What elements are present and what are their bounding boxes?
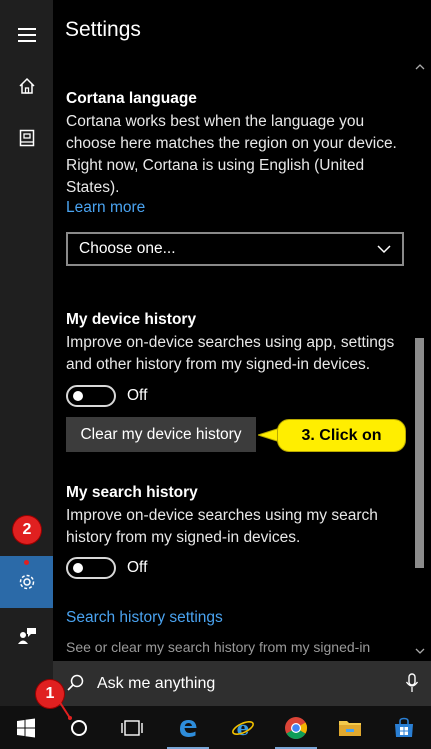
search-icon bbox=[67, 674, 84, 691]
store-icon bbox=[395, 717, 413, 737]
cortana-circle-icon bbox=[71, 719, 87, 736]
svg-text:e: e bbox=[237, 716, 250, 740]
cortana-language-heading: Cortana language bbox=[66, 90, 197, 107]
microphone-icon[interactable] bbox=[405, 673, 419, 693]
scroll-down-button[interactable] bbox=[412, 642, 428, 660]
callout-annotation: 3. Click on bbox=[277, 419, 406, 452]
search-input[interactable]: Ask me anything bbox=[97, 675, 215, 693]
scrollbar[interactable] bbox=[412, 58, 428, 660]
chevron-down-icon bbox=[415, 648, 425, 654]
badge-pointer-dot bbox=[24, 560, 29, 565]
step-badge-2: 2 bbox=[13, 516, 41, 544]
feedback-button[interactable] bbox=[0, 610, 53, 662]
search-history-toggle-label: Off bbox=[127, 559, 148, 576]
edge-icon bbox=[180, 719, 197, 737]
windows-logo-icon bbox=[17, 718, 35, 737]
page-title: Settings bbox=[65, 18, 141, 41]
search-history-heading: My search history bbox=[66, 484, 198, 501]
search-history-footer-text: See or clear my search history from my s… bbox=[66, 639, 371, 655]
home-icon bbox=[18, 77, 35, 94]
file-explorer-icon bbox=[339, 720, 361, 736]
home-button[interactable] bbox=[0, 60, 53, 112]
task-view-button[interactable] bbox=[107, 706, 157, 749]
scroll-up-button[interactable] bbox=[412, 58, 428, 76]
device-history-heading: My device history bbox=[66, 311, 197, 328]
gear-icon bbox=[19, 574, 34, 590]
internet-explorer-icon: e bbox=[232, 716, 254, 740]
language-dropdown-value: Choose one... bbox=[79, 240, 176, 257]
taskbar-file-explorer[interactable] bbox=[325, 706, 375, 749]
toggle-knob bbox=[73, 391, 83, 401]
task-view-icon bbox=[121, 719, 143, 736]
feedback-icon bbox=[17, 628, 36, 644]
chevron-down-icon bbox=[377, 245, 391, 254]
cortana-language-description: Cortana works best when the language you… bbox=[66, 113, 397, 196]
hamburger-menu-button[interactable] bbox=[0, 9, 53, 61]
chrome-icon bbox=[285, 716, 307, 739]
device-history-toggle[interactable] bbox=[66, 385, 116, 407]
settings-panel: Settings Cortana language Cortana works … bbox=[53, 0, 431, 661]
search-history-description: Improve on-device searches using my sear… bbox=[66, 507, 378, 546]
start-button[interactable] bbox=[1, 706, 51, 749]
cortana-search-bar[interactable]: Ask me anything bbox=[53, 661, 431, 706]
taskbar-chrome[interactable] bbox=[271, 706, 321, 749]
notebook-icon bbox=[19, 129, 34, 147]
chevron-up-icon bbox=[415, 64, 425, 70]
badge-pointer-line bbox=[58, 700, 72, 720]
device-history-description: Improve on-device searches using app, se… bbox=[66, 334, 395, 373]
language-dropdown[interactable]: Choose one... bbox=[66, 232, 404, 266]
scroll-thumb[interactable] bbox=[415, 338, 424, 568]
notebook-button[interactable] bbox=[0, 112, 53, 164]
taskbar-store[interactable] bbox=[379, 706, 429, 749]
learn-more-link[interactable]: Learn more bbox=[66, 199, 145, 217]
taskbar-internet-explorer[interactable]: e bbox=[218, 706, 268, 749]
taskbar-edge[interactable] bbox=[163, 706, 213, 749]
device-history-toggle-label: Off bbox=[127, 387, 148, 404]
clear-device-history-button[interactable]: Clear my device history bbox=[66, 417, 256, 452]
toggle-knob bbox=[73, 563, 83, 573]
search-history-toggle[interactable] bbox=[66, 557, 116, 579]
search-history-settings-link[interactable]: Search history settings bbox=[66, 609, 223, 627]
hamburger-icon bbox=[17, 28, 36, 42]
